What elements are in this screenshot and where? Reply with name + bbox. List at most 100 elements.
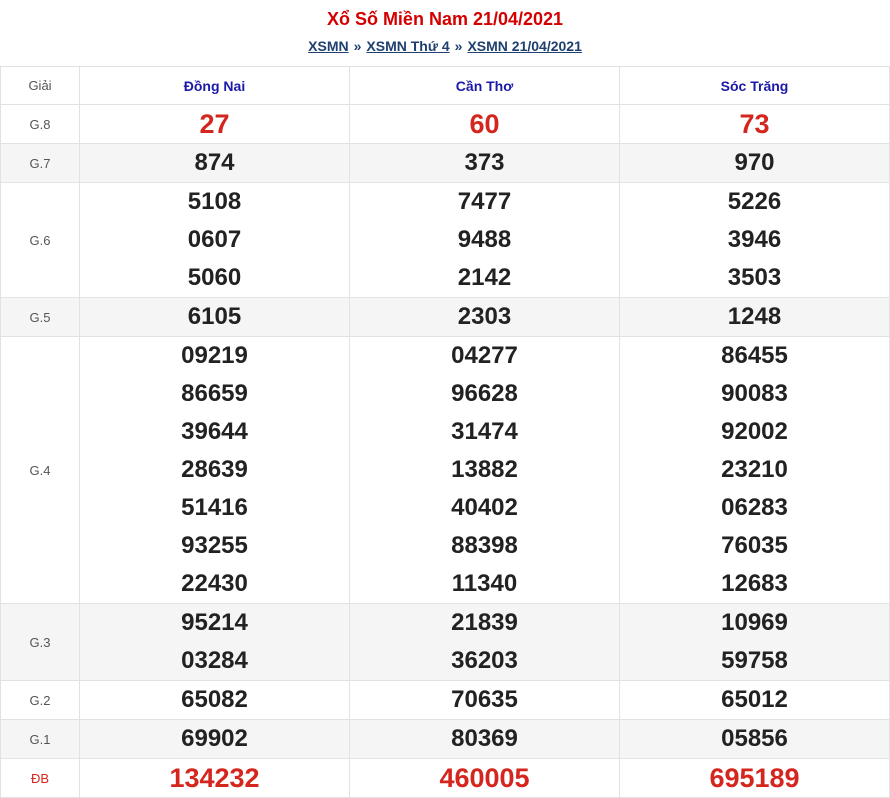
breadcrumb: XSMN» XSMN Thứ 4» XSMN 21/04/2021: [0, 38, 890, 54]
prize-column-header: Giải: [0, 66, 80, 105]
result-cell: 70635: [349, 680, 620, 720]
result-cell: 65082: [79, 680, 350, 720]
result-cell: 1248: [619, 297, 890, 337]
result-number: 1248: [727, 303, 782, 330]
result-number: 5226: [727, 188, 782, 215]
result-number: 3946: [727, 226, 782, 253]
result-cell: 05856: [619, 719, 890, 759]
result-number: 60: [469, 109, 500, 139]
prize-label: G.4: [0, 336, 80, 604]
province-header-can-tho: Cần Thơ: [349, 66, 620, 105]
result-number: 03284: [181, 647, 248, 674]
results-table: Giải Đồng Nai Cần Thơ Sóc Trăng G.8 27 60 7…: [0, 66, 890, 798]
result-number: 65082: [181, 686, 248, 713]
result-number: 460005: [439, 763, 530, 793]
result-cell: 04277 96628 31474 13882 40402 88398 11340: [349, 336, 620, 604]
result-number: 11340: [451, 570, 518, 597]
result-number: 0607: [187, 226, 242, 253]
result-number: 92002: [721, 418, 788, 445]
result-number: 73: [739, 109, 770, 139]
result-number: 31474: [451, 418, 518, 445]
result-cell: 6105: [79, 297, 350, 337]
result-number: 134232: [169, 763, 260, 793]
result-cell: 373: [349, 143, 620, 183]
prize-label: G.6: [0, 182, 80, 298]
result-number: 970: [734, 149, 775, 176]
result-cell: 80369: [349, 719, 620, 759]
prize-label: G.1: [0, 719, 80, 759]
result-cell: 874: [79, 143, 350, 183]
result-number: 04277: [451, 342, 518, 369]
result-number: 373: [464, 149, 505, 176]
result-number: 88398: [451, 532, 518, 559]
result-cell: 60: [349, 104, 620, 144]
breadcrumb-separator: »: [454, 38, 463, 54]
breadcrumb-separator: »: [353, 38, 362, 54]
result-number: 80369: [451, 725, 518, 752]
result-number: 12683: [721, 570, 788, 597]
result-cell: 10969 59758: [619, 603, 890, 681]
province-header-soc-trang: Sóc Trăng: [619, 66, 890, 105]
result-number: 70635: [451, 686, 518, 713]
page-header: Xổ Số Miền Nam 21/04/2021 XSMN» XSMN Thứ …: [0, 0, 890, 66]
result-number: 23210: [721, 456, 788, 483]
result-number: 22430: [181, 570, 248, 597]
result-cell: 95214 03284: [79, 603, 350, 681]
prize-label: G.3: [0, 603, 80, 681]
result-number: 13882: [451, 456, 518, 483]
result-number: 2142: [457, 264, 512, 291]
result-number: 05856: [721, 725, 788, 752]
page-title: Xổ Số Miền Nam 21/04/2021: [326, 9, 564, 29]
result-cell: 134232: [79, 758, 350, 798]
result-number: 93255: [181, 532, 248, 559]
prize-label: ĐB: [0, 758, 80, 798]
result-number: 5108: [187, 188, 242, 215]
prize-label: G.8: [0, 104, 80, 144]
result-cell: 86455 90083 92002 23210 06283 76035 12683: [619, 336, 890, 604]
result-number: 65012: [721, 686, 788, 713]
prize-label: G.5: [0, 297, 80, 337]
province-header-dong-nai: Đồng Nai: [79, 66, 350, 105]
result-number: 10969: [721, 609, 788, 636]
table-row: G.7 874 373 970: [0, 143, 890, 183]
result-cell: 21839 36203: [349, 603, 620, 681]
breadcrumb-link-xsmn-date[interactable]: XSMN 21/04/2021: [467, 38, 581, 54]
table-row: G.8 27 60 73: [0, 104, 890, 144]
result-number: 76035: [721, 532, 788, 559]
result-number: 96628: [451, 380, 518, 407]
result-number: 86659: [181, 380, 248, 407]
result-cell: 460005: [349, 758, 620, 798]
breadcrumb-link-xsmn-thu4[interactable]: XSMN Thứ 4: [366, 38, 449, 54]
result-number: 69902: [181, 725, 248, 752]
result-number: 21839: [451, 609, 518, 636]
result-cell: 695189: [619, 758, 890, 798]
result-number: 09219: [181, 342, 248, 369]
result-number: 2303: [457, 303, 512, 330]
result-cell: 5226 3946 3503: [619, 182, 890, 298]
table-row: G.5 6105 2303 1248: [0, 297, 890, 337]
result-number: 9488: [457, 226, 512, 253]
table-row: G.1 69902 80369 05856: [0, 719, 890, 759]
result-cell: 27: [79, 104, 350, 144]
result-cell: 65012: [619, 680, 890, 720]
table-header-row: Giải Đồng Nai Cần Thơ Sóc Trăng: [0, 66, 890, 105]
table-row: ĐB 134232 460005 695189: [0, 758, 890, 798]
result-cell: 69902: [79, 719, 350, 759]
result-cell: 7477 9488 2142: [349, 182, 620, 298]
prize-label: G.2: [0, 680, 80, 720]
table-row: G.4 09219 86659 39644 28639 51416 93255 22430 04…: [0, 336, 890, 604]
table-row: G.2 65082 70635 65012: [0, 680, 890, 720]
result-number: 874: [194, 149, 235, 176]
result-cell: 970: [619, 143, 890, 183]
result-number: 28639: [181, 456, 248, 483]
result-number: 7477: [457, 188, 512, 215]
result-cell: 73: [619, 104, 890, 144]
table-row: G.6 5108 0607 5060 7477 9488 2142 5226 3946 3503: [0, 182, 890, 298]
result-number: 27: [199, 109, 230, 139]
result-cell: 5108 0607 5060: [79, 182, 350, 298]
breadcrumb-link-xsmn[interactable]: XSMN: [308, 38, 348, 54]
result-number: 695189: [709, 763, 800, 793]
result-number: 40402: [451, 494, 518, 521]
result-number: 90083: [721, 380, 788, 407]
result-number: 86455: [721, 342, 788, 369]
